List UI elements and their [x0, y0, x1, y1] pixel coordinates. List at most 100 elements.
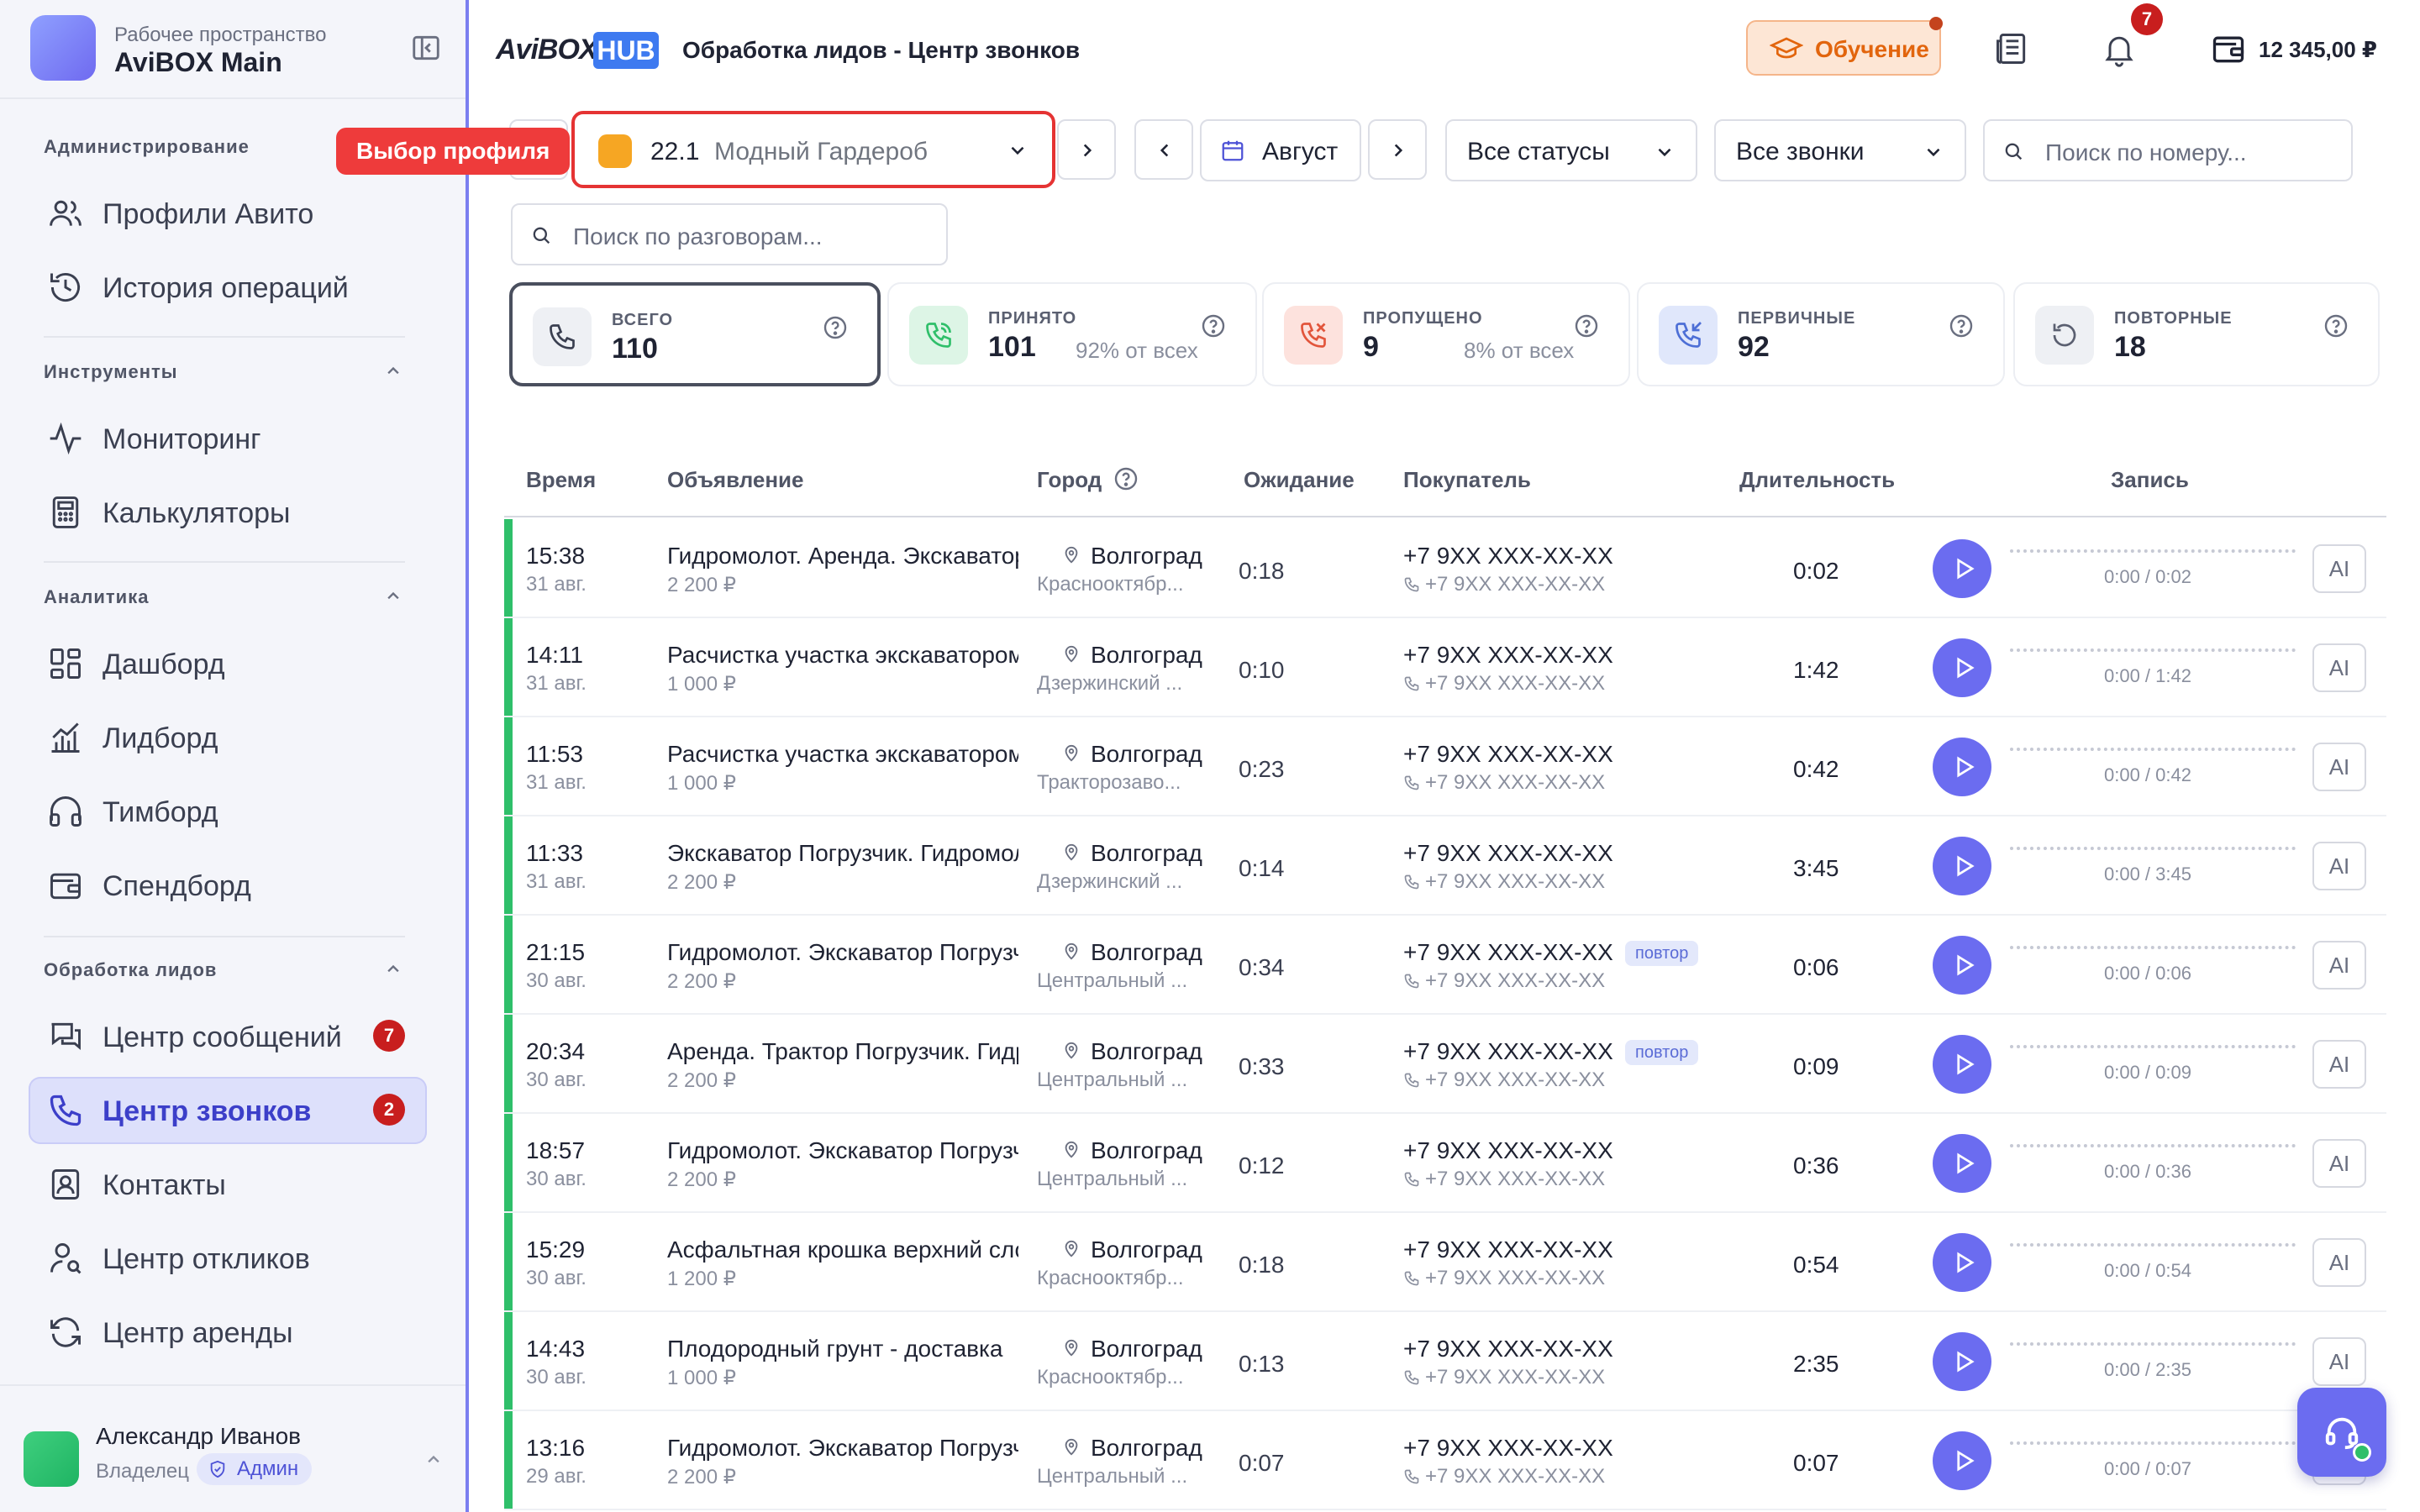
table-row[interactable]: 14:43 30 авг. Плодородный грунт - доставка… — [504, 1312, 2386, 1411]
ad-title[interactable]: Расчистка участка экскаватором — [667, 741, 1018, 768]
play-button[interactable] — [1933, 738, 1991, 796]
audio-waveform[interactable] — [2010, 648, 2296, 652]
column-header[interactable]: Покупатель — [1403, 467, 1531, 493]
buyer-phone[interactable]: +7 9XX XXX-XX-XX — [1403, 1236, 1613, 1263]
ad-title[interactable]: Гидромолот. Экскаватор Погрузчик — [667, 939, 1018, 966]
ai-button[interactable]: AI — [2312, 643, 2366, 692]
ai-button[interactable]: AI — [2312, 1238, 2366, 1287]
chevron-up-icon[interactable] — [422, 1448, 445, 1472]
search-number-input[interactable]: Поиск по номеру... — [1983, 119, 2353, 181]
sidebar-item-monitoring[interactable]: Мониторинг — [29, 405, 427, 472]
help-icon[interactable] — [1948, 312, 1975, 339]
play-button[interactable] — [1933, 638, 1991, 697]
sidebar-item-spendboard[interactable]: Спендборд — [29, 852, 427, 919]
play-button[interactable] — [1933, 1332, 1991, 1391]
sidebar-item-calculators[interactable]: Калькуляторы — [29, 479, 427, 546]
audio-waveform[interactable] — [2010, 1144, 2296, 1147]
audio-waveform[interactable] — [2010, 1441, 2296, 1445]
buyer-phone[interactable]: +7 9XX XXX-XX-XX — [1403, 543, 1613, 570]
play-button[interactable] — [1933, 539, 1991, 598]
stat-card-primary[interactable]: ПЕРВИЧНЫЕ 92 — [1637, 282, 2005, 386]
search-talks-input[interactable]: Поиск по разговорам... — [511, 203, 948, 265]
profile-select[interactable]: 22.1 Модный Гардероб — [571, 111, 1055, 188]
help-icon[interactable] — [822, 314, 849, 341]
table-row[interactable]: 20:34 30 авг. Аренда. Трактор Погрузчик. Г… — [504, 1015, 2386, 1114]
ai-button[interactable]: AI — [2312, 743, 2366, 791]
stat-card-repeat[interactable]: ПОВТОРНЫЕ 18 — [2013, 282, 2380, 386]
status-select[interactable]: Все статусы — [1445, 119, 1697, 181]
chevron-up-icon[interactable] — [381, 958, 405, 981]
stat-card-missed[interactable]: ПРОПУЩЕНО 9 8% от всех — [1262, 282, 1630, 386]
ad-title[interactable]: Аренда. Трактор Погрузчик. Гидромолот — [667, 1038, 1018, 1065]
bell-icon[interactable] — [2101, 30, 2138, 67]
wallet-icon[interactable] — [2210, 30, 2247, 67]
stat-card-total[interactable]: ВСЕГО 110 — [509, 282, 881, 386]
ad-title[interactable]: Гидромолот. Экскаватор Погрузчик — [667, 1137, 1018, 1164]
table-row[interactable]: 18:57 30 авг. Гидромолот. Экскаватор Погру… — [504, 1114, 2386, 1213]
buyer-phone[interactable]: +7 9XX XXX-XX-XX — [1403, 642, 1613, 669]
calls-select[interactable]: Все звонки — [1714, 119, 1966, 181]
sidebar-item-dashboard[interactable]: Дашборд — [29, 630, 427, 697]
sidebar-item-teamboard[interactable]: Тимборд — [29, 778, 427, 845]
help-icon[interactable] — [1113, 465, 1139, 492]
column-header[interactable]: Длительность — [1739, 467, 1895, 493]
table-row[interactable]: 11:33 31 авг. Экскаватор Погрузчик. Гидром… — [504, 816, 2386, 916]
table-row[interactable]: 11:53 31 авг. Расчистка участка экскаватор… — [504, 717, 2386, 816]
column-header[interactable]: Город — [1037, 467, 1102, 493]
column-header[interactable]: Время — [526, 467, 596, 493]
audio-waveform[interactable] — [2010, 946, 2296, 949]
sidebar-item-rental-center[interactable]: Центр аренды — [29, 1299, 427, 1366]
sidebar-item-leadboard[interactable]: Лидборд — [29, 704, 427, 771]
ad-title[interactable]: Гидромолот. Аренда. Экскаватор — [667, 543, 1018, 570]
play-button[interactable] — [1933, 1134, 1991, 1193]
workspace-switcher[interactable]: Рабочее пространство AviBOX Main — [30, 15, 442, 82]
user-profile[interactable]: Александр Иванов Владелец Админ — [24, 1420, 452, 1500]
sidebar-item-contacts[interactable]: Контакты — [29, 1151, 427, 1218]
buyer-phone[interactable]: +7 9XX XXX-XX-XX — [1403, 1336, 1613, 1362]
buyer-phone[interactable]: +7 9XX XXX-XX-XX — [1403, 1038, 1613, 1065]
next-month-button[interactable] — [1368, 119, 1427, 180]
sidebar-item-responses-center[interactable]: Центр откликов — [29, 1225, 427, 1292]
ai-button[interactable]: AI — [2312, 1337, 2366, 1386]
ai-button[interactable]: AI — [2312, 941, 2366, 990]
prev-month-button[interactable] — [1134, 119, 1193, 180]
audio-waveform[interactable] — [2010, 748, 2296, 751]
play-button[interactable] — [1933, 1431, 1991, 1490]
ad-title[interactable]: Расчистка участка экскаватором — [667, 642, 1018, 669]
play-button[interactable] — [1933, 837, 1991, 895]
buyer-phone[interactable]: +7 9XX XXX-XX-XX — [1403, 1137, 1613, 1164]
support-button[interactable] — [2297, 1388, 2386, 1477]
sidebar-item-call-center[interactable]: Центр звонков 2 — [29, 1077, 427, 1144]
sidebar-item-message-center[interactable]: Центр сообщений 7 — [29, 1003, 427, 1070]
table-row[interactable]: 15:38 31 авг. Гидромолот. Аренда. Экскават… — [504, 519, 2386, 618]
column-header[interactable]: Ожидание — [1244, 467, 1355, 493]
next-profile-button[interactable] — [1057, 119, 1116, 180]
balance-amount[interactable]: 12 345,00 ₽ — [2259, 37, 2377, 63]
audio-waveform[interactable] — [2010, 1045, 2296, 1048]
month-picker[interactable]: Август — [1200, 119, 1361, 181]
sidebar-collapse-icon[interactable] — [410, 32, 442, 64]
buyer-phone[interactable]: +7 9XX XXX-XX-XX — [1403, 741, 1613, 768]
audio-waveform[interactable] — [2010, 847, 2296, 850]
audio-waveform[interactable] — [2010, 1243, 2296, 1247]
news-icon[interactable] — [1993, 30, 2030, 67]
ad-title[interactable]: Асфальтная крошка верхний слой — [667, 1236, 1018, 1263]
chevron-up-icon[interactable] — [381, 360, 405, 383]
table-row[interactable]: 21:15 30 авг. Гидромолот. Экскаватор Погру… — [504, 916, 2386, 1015]
table-row[interactable]: 14:11 31 авг. Расчистка участка экскаватор… — [504, 618, 2386, 717]
chevron-up-icon[interactable] — [381, 585, 405, 608]
learning-button[interactable]: Обучение — [1746, 17, 1943, 76]
buyer-phone[interactable]: +7 9XX XXX-XX-XX — [1403, 939, 1613, 966]
ai-button[interactable]: AI — [2312, 544, 2366, 593]
ai-button[interactable]: AI — [2312, 1139, 2366, 1188]
help-icon[interactable] — [1200, 312, 1227, 339]
help-icon[interactable] — [2323, 312, 2349, 339]
ad-title[interactable]: Плодородный грунт - доставка — [667, 1336, 1018, 1362]
buyer-phone[interactable]: +7 9XX XXX-XX-XX — [1403, 1435, 1613, 1462]
ad-title[interactable]: Экскаватор Погрузчик. Гидромолот — [667, 840, 1018, 867]
audio-waveform[interactable] — [2010, 1342, 2296, 1346]
column-header[interactable]: Объявление — [667, 467, 804, 493]
audio-waveform[interactable] — [2010, 549, 2296, 553]
play-button[interactable] — [1933, 1233, 1991, 1292]
table-row[interactable]: 13:16 29 авг. Гидромолот. Экскаватор Погру… — [504, 1411, 2386, 1510]
